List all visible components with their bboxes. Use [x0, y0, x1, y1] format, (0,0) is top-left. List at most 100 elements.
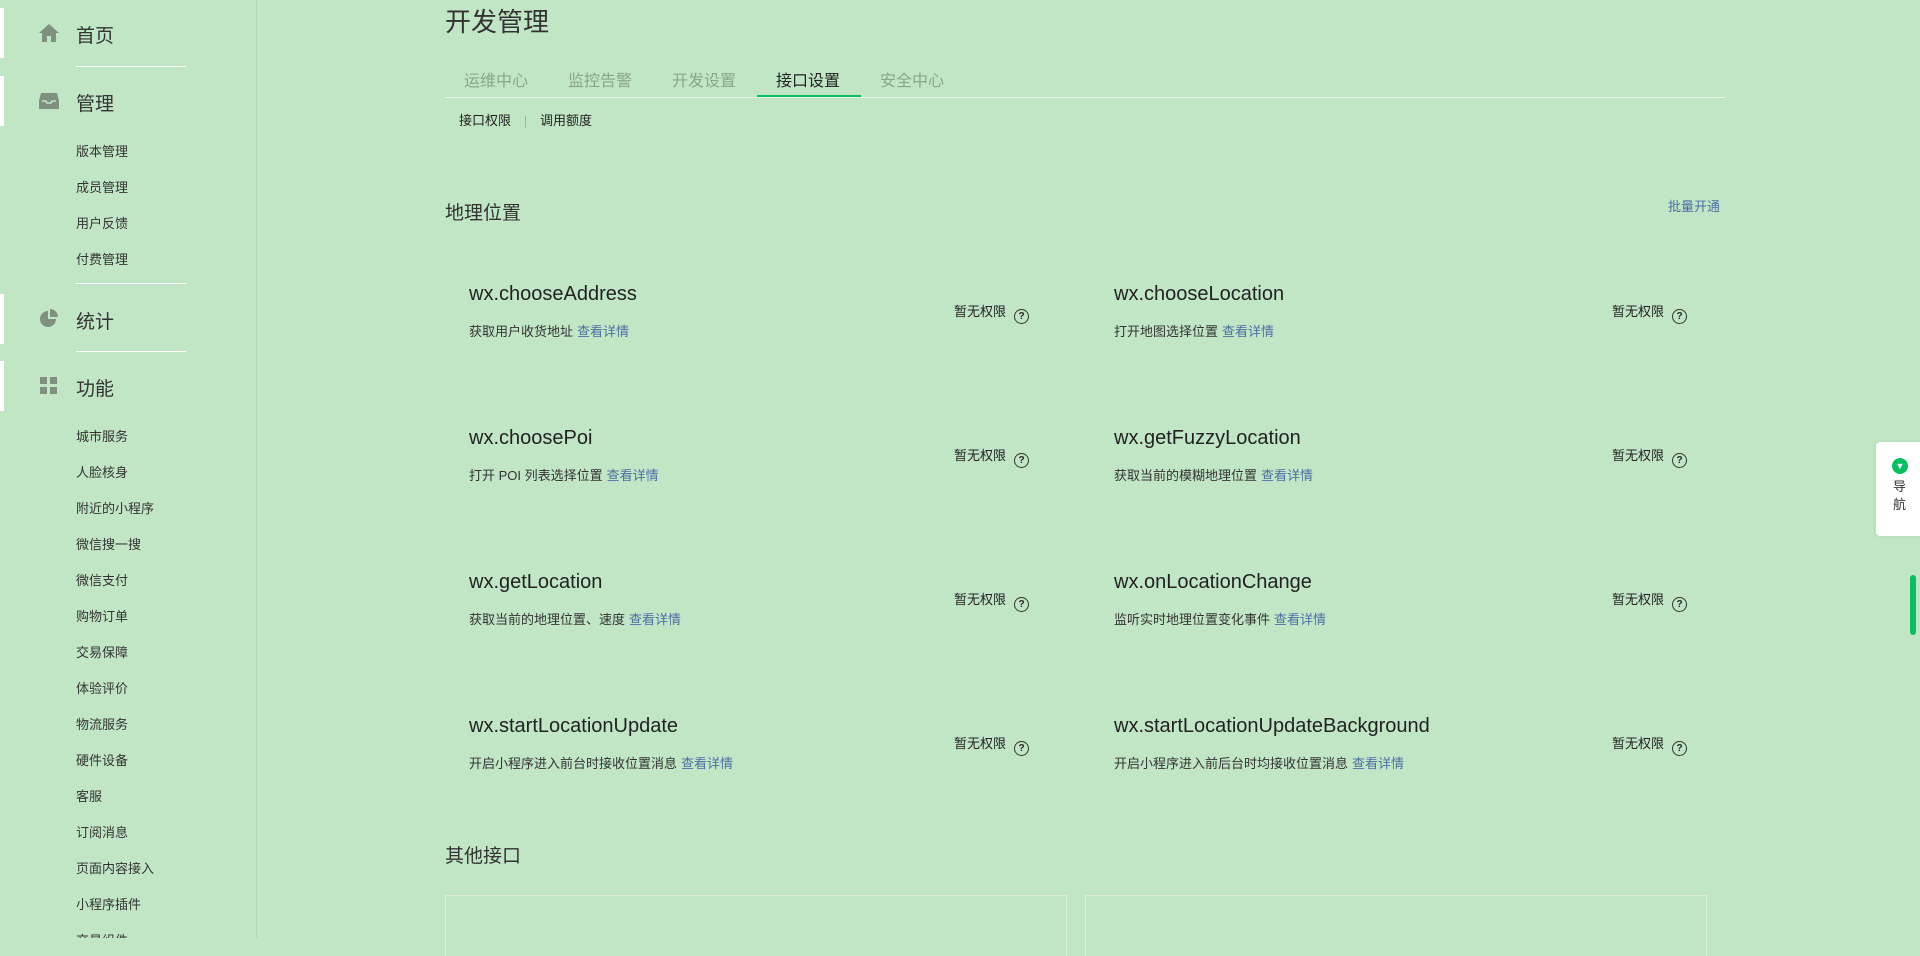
sidebar-item-stats[interactable]: 统计	[0, 294, 256, 344]
sidebar-subitem-service[interactable]: 客服	[76, 786, 102, 805]
api-desc-text: 获取当前的地理位置、速度	[469, 612, 626, 627]
permission-label: 暂无权限	[954, 448, 1007, 463]
compass-icon: ▼	[1892, 458, 1908, 474]
sidebar-item-label: 首页	[76, 26, 115, 47]
api-card: wx.getFuzzyLocation 获取当前的模糊地理位置 查看详情 暂无权限…	[1090, 427, 1688, 537]
scrollbar[interactable]	[1908, 0, 1920, 938]
active-tab-indicator	[757, 95, 861, 97]
pie-chart-icon	[40, 309, 58, 327]
view-details-link[interactable]: 查看详情	[1222, 324, 1274, 339]
sidebar-subitem-review[interactable]: 体验评价	[76, 678, 128, 697]
permission-status: 暂无权限?	[954, 733, 1030, 756]
subtab-separator	[525, 115, 527, 128]
sidebar-subitem-members[interactable]: 成员管理	[76, 177, 128, 196]
permission-status: 暂无权限?	[1612, 301, 1688, 324]
help-icon[interactable]: ?	[1014, 741, 1030, 756]
tab-ops[interactable]: 运维中心	[464, 67, 528, 91]
api-card: wx.choosePoi 打开 POI 列表选择位置 查看详情 暂无权限?	[445, 427, 1030, 537]
view-details-link[interactable]: 查看详情	[681, 756, 733, 771]
view-details-link[interactable]: 查看详情	[1274, 612, 1326, 627]
sidebar-subitem-guarantee[interactable]: 交易保障	[76, 642, 128, 661]
permission-label: 暂无权限	[954, 736, 1007, 751]
view-details-link[interactable]: 查看详情	[607, 468, 659, 483]
sidebar-subitem-orders[interactable]: 购物订单	[76, 606, 128, 625]
view-details-link[interactable]: 查看详情	[1352, 756, 1404, 771]
permission-label: 暂无权限	[954, 304, 1007, 319]
page-title: 开发管理	[445, 7, 550, 37]
tab-bar: 运维中心 监控告警 开发设置 接口设置 安全中心	[445, 60, 1725, 98]
api-card: wx.chooseLocation 打开地图选择位置 查看详情 暂无权限?	[1090, 283, 1688, 393]
active-bar	[0, 8, 4, 58]
permission-status: 暂无权限?	[1612, 445, 1688, 468]
permission-status: 暂无权限?	[954, 589, 1030, 612]
api-card: wx.startLocationUpdateBackground 开启小程序进入…	[1090, 715, 1688, 825]
sidebar-item-home[interactable]: 首页	[0, 8, 256, 58]
view-details-link[interactable]: 查看详情	[577, 324, 629, 339]
help-icon[interactable]: ?	[1672, 597, 1688, 612]
sidebar-subitem-subscribe[interactable]: 订阅消息	[76, 822, 128, 841]
sidebar-item-label: 统计	[76, 312, 115, 333]
sidebar-subitem-version[interactable]: 版本管理	[76, 141, 128, 160]
api-description: 开启小程序进入前后台时均接收位置消息 查看详情	[1114, 753, 1404, 772]
api-card: wx.getLocation 获取当前的地理位置、速度 查看详情 暂无权限?	[445, 571, 1030, 681]
api-name: wx.chooseAddress	[469, 283, 637, 305]
sidebar-subitem-nearby[interactable]: 附近的小程序	[76, 498, 154, 517]
api-name: wx.getLocation	[469, 571, 603, 593]
permission-status: 暂无权限?	[1612, 589, 1688, 612]
grid-icon	[40, 377, 57, 394]
api-card	[1085, 895, 1707, 956]
help-icon[interactable]: ?	[1014, 453, 1030, 468]
sidebar-subitem-payment[interactable]: 付费管理	[76, 249, 128, 268]
api-description: 打开 POI 列表选择位置 查看详情	[469, 465, 659, 484]
sidebar-subitem-pay[interactable]: 微信支付	[76, 570, 128, 589]
sidebar-subitem-plugin[interactable]: 小程序插件	[76, 894, 141, 913]
home-icon	[39, 24, 59, 42]
api-desc-text: 打开 POI 列表选择位置	[469, 468, 603, 483]
sidebar-subitem-city[interactable]: 城市服务	[76, 426, 128, 445]
sidebar-subitem-logistics[interactable]: 物流服务	[76, 714, 128, 733]
sidebar-item-label: 管理	[76, 94, 115, 115]
subtab-quota[interactable]: 调用额度	[540, 113, 592, 128]
api-card: wx.startLocationUpdate 开启小程序进入前台时接收位置消息查…	[445, 715, 1030, 825]
floating-nav-label: 导航	[1893, 479, 1907, 512]
scrollbar-thumb[interactable]	[1910, 575, 1916, 635]
permission-status: 暂无权限?	[954, 301, 1030, 324]
help-icon[interactable]: ?	[1014, 597, 1030, 612]
section-title-other: 其他接口	[445, 846, 522, 867]
permission-label: 暂无权限	[954, 592, 1007, 607]
tab-api-settings[interactable]: 接口设置	[776, 67, 840, 91]
tab-monitor[interactable]: 监控告警	[568, 67, 632, 91]
active-bar	[0, 361, 4, 411]
permission-label: 暂无权限	[1612, 304, 1665, 319]
help-icon[interactable]: ?	[1672, 741, 1688, 756]
api-description: 监听实时地理位置变化事件 查看详情	[1114, 609, 1326, 628]
api-description: 开启小程序进入前台时接收位置消息 查看详情	[469, 753, 733, 772]
view-details-link[interactable]: 查看详情	[629, 612, 681, 627]
tab-security[interactable]: 安全中心	[880, 67, 944, 91]
subtab-permissions[interactable]: 接口权限	[459, 113, 511, 128]
help-icon[interactable]: ?	[1014, 309, 1030, 324]
section-title-location: 地理位置	[445, 203, 522, 224]
inbox-icon	[39, 93, 59, 109]
sidebar-item-manage[interactable]: 管理	[0, 76, 256, 126]
api-desc-text: 获取当前的模糊地理位置	[1114, 468, 1258, 483]
sidebar-subitem-face[interactable]: 人脸核身	[76, 462, 128, 481]
sidebar-subitem-feedback[interactable]: 用户反馈	[76, 213, 128, 232]
sidebar-subitem-hardware[interactable]: 硬件设备	[76, 750, 128, 769]
api-description: 获取当前的模糊地理位置 查看详情	[1114, 465, 1313, 484]
help-icon[interactable]: ?	[1672, 309, 1688, 324]
sidebar-item-features[interactable]: 功能	[0, 361, 256, 411]
view-details-link[interactable]: 查看详情	[1261, 468, 1313, 483]
tab-dev-settings[interactable]: 开发设置	[672, 67, 736, 91]
sidebar-subitem-search[interactable]: 微信搜一搜	[76, 534, 141, 553]
api-description: 获取当前的地理位置、速度 查看详情	[469, 609, 681, 628]
sidebar-subitem-trade[interactable]: 交易组件	[76, 930, 128, 938]
help-icon[interactable]: ?	[1672, 453, 1688, 468]
active-bar	[0, 76, 4, 126]
batch-enable-link[interactable]: 批量开通	[1668, 196, 1720, 215]
api-desc-text: 开启小程序进入前台时接收位置消息	[469, 756, 678, 771]
api-name: wx.getFuzzyLocation	[1114, 427, 1301, 449]
api-desc-text: 监听实时地理位置变化事件	[1114, 612, 1271, 627]
sidebar-subitem-content[interactable]: 页面内容接入	[76, 858, 154, 877]
divider	[76, 66, 186, 67]
